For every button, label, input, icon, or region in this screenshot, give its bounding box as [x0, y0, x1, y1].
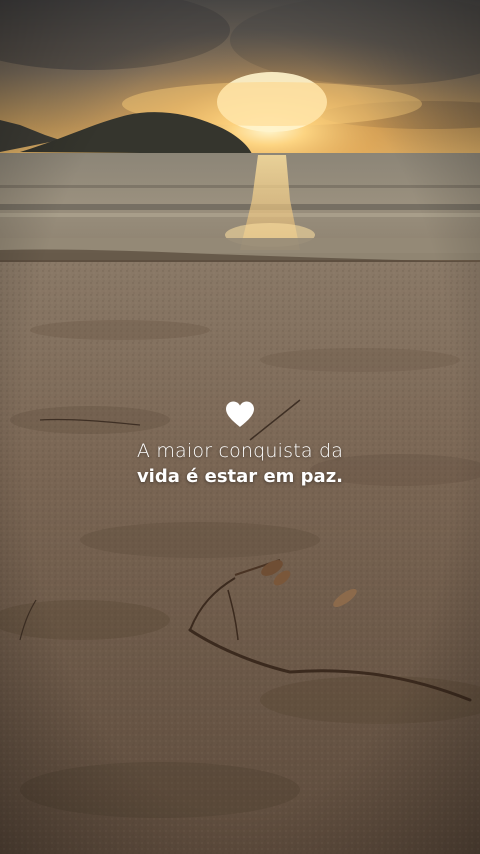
quote-line-2: vida é estar em paz. [136, 466, 344, 487]
quote-line-1: A maior conquista da [136, 440, 344, 462]
quote-overlay: A maior conquista da vida é estar em paz… [0, 400, 480, 490]
heart-icon [226, 401, 254, 427]
